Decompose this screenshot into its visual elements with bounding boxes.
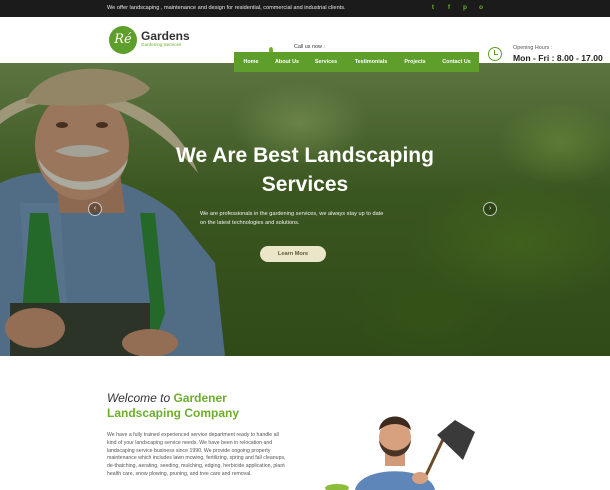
clock-icon bbox=[488, 47, 502, 61]
logo-icon[interactable]: Ré bbox=[109, 26, 137, 54]
top-bar-message: We offer landscaping , maintenance and d… bbox=[107, 5, 346, 11]
facebook-icon[interactable]: f bbox=[446, 3, 452, 13]
opening-hours-label: Opening Hours : bbox=[513, 45, 553, 51]
gardener-with-shovel-image bbox=[325, 416, 475, 490]
nav-home[interactable]: Home bbox=[234, 52, 268, 72]
call-us-label: Call us now : bbox=[294, 44, 325, 50]
hero-title: We Are Best Landscaping Services bbox=[120, 141, 490, 199]
pinterest-icon[interactable]: p bbox=[462, 3, 468, 13]
welcome-prefix: Welcome to bbox=[107, 391, 174, 405]
welcome-heading: Welcome to Gardener bbox=[107, 391, 227, 405]
nav-services[interactable]: Services bbox=[306, 52, 346, 72]
slider-prev-button[interactable]: ‹ bbox=[88, 202, 102, 216]
main-nav: Home About Us Services Testimonials Proj… bbox=[234, 52, 479, 72]
learn-more-button[interactable]: Learn More bbox=[260, 246, 326, 262]
nav-projects[interactable]: Projects bbox=[396, 52, 434, 72]
slider-next-button[interactable]: › bbox=[483, 202, 497, 216]
hero-title-line-2: Services bbox=[261, 173, 349, 196]
top-bar: We offer landscaping , maintenance and d… bbox=[0, 0, 610, 17]
hero-title-line-1: We Are Best Landscaping bbox=[176, 144, 434, 167]
nav-testimonials[interactable]: Testimonials bbox=[346, 52, 396, 72]
about-text: We have a fully trained experienced serv… bbox=[107, 432, 286, 477]
social-links: t f p o bbox=[430, 3, 484, 13]
welcome-accent: Gardener bbox=[173, 391, 227, 405]
twitter-icon[interactable]: t bbox=[430, 3, 436, 13]
welcome-subheading: Landscaping Company bbox=[107, 406, 240, 420]
logo-name[interactable]: Gardens bbox=[141, 29, 190, 43]
opening-hours: Mon - Fri : 8.00 - 17.00 bbox=[513, 53, 603, 63]
hero-slider: ‹ › We Are Best Landscaping Services We … bbox=[0, 63, 610, 356]
nav-contact-us[interactable]: Contact Us bbox=[434, 52, 479, 72]
nav-about-us[interactable]: About Us bbox=[268, 52, 306, 72]
page: We offer landscaping , maintenance and d… bbox=[0, 0, 610, 490]
hero-description: We are professionals in the gardening se… bbox=[200, 211, 384, 226]
instagram-icon[interactable]: o bbox=[478, 3, 484, 13]
logo-tagline: Gardening Services bbox=[141, 42, 182, 47]
